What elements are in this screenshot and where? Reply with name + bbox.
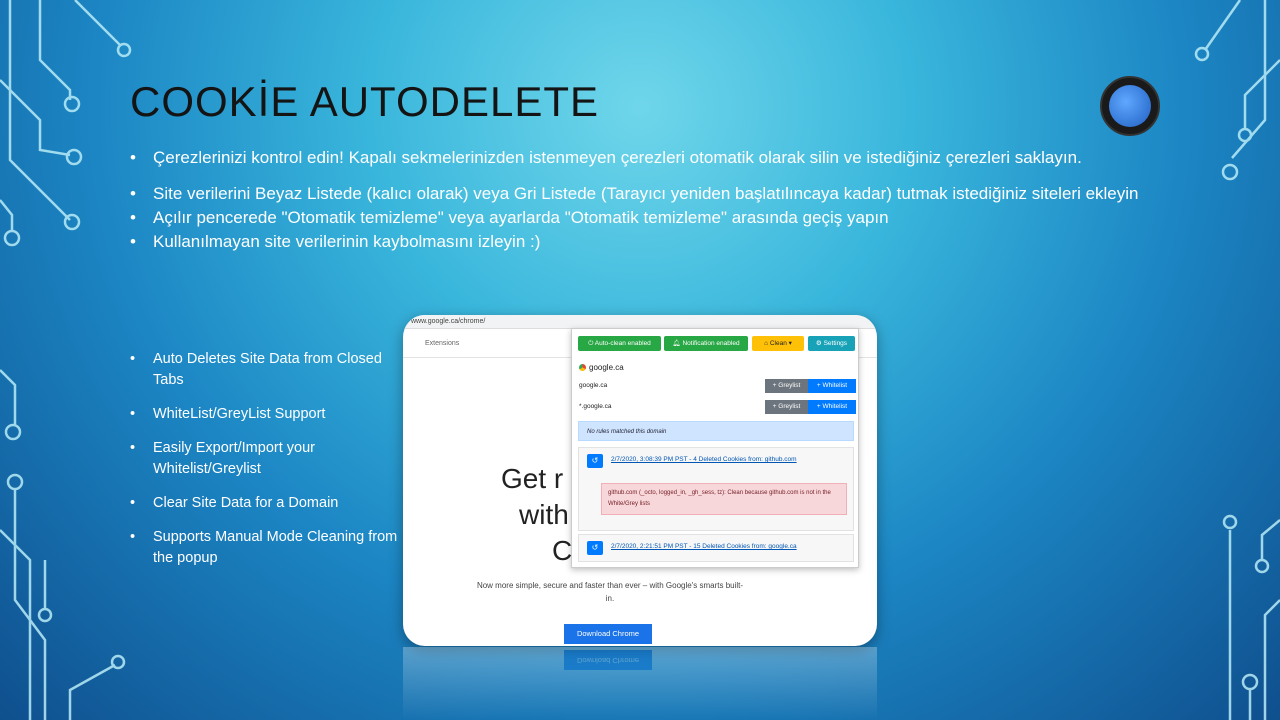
greylist-button[interactable]: + Greylist [765, 379, 808, 393]
whitelist-button[interactable]: + Whitelist [808, 379, 856, 393]
undo-icon[interactable]: ↺ [587, 541, 603, 555]
hero-heading-line2: with [519, 499, 569, 530]
extension-screenshot: www.google.ca/chrome/ Extensions Get r w… [403, 315, 877, 646]
recycle-cookie-icon [1109, 85, 1151, 127]
feature-item: Supports Manual Mode Cleaning from the p… [130, 527, 400, 569]
url-text: www.google.ca/chrome/ [411, 318, 486, 325]
bullet-item: Site verilerini Beyaz Listede (kalıcı ol… [130, 182, 1150, 206]
main-bullet-list: Çerezlerinizi kontrol edin! Kapalı sekme… [130, 146, 1150, 266]
no-rules-alert: No rules matched this domain [578, 421, 854, 441]
rule-domain: *.google.ca [579, 403, 612, 410]
auto-clean-label: Auto-clean enabled [594, 340, 651, 347]
chrome-icon [579, 364, 586, 371]
greylist-label: Greylist [778, 382, 801, 389]
slide-title: COOKİE AUTODELETE [130, 78, 600, 125]
greylist-label: Greylist [778, 403, 801, 410]
cleanup-log-link[interactable]: 2/7/2020, 2:21:51 PM PST - 15 Deleted Co… [611, 543, 797, 550]
notification-label: Notification enabled [682, 340, 740, 347]
hero-heading-line3: C [552, 535, 573, 566]
feature-item: Clear Site Data for a Domain [130, 493, 400, 514]
whitelist-label: Whitelist [822, 382, 848, 389]
download-chrome-button[interactable]: Download Chrome [564, 624, 652, 644]
undo-icon[interactable]: ↺ [587, 454, 603, 468]
power-icon: ⏻ [588, 340, 595, 347]
extension-popup: ⏻ Auto-clean enabled 🔔︎ Notification ena… [571, 328, 859, 568]
cleanup-log-link[interactable]: 2/7/2020, 3:08:39 PM PST - 4 Deleted Coo… [611, 456, 797, 463]
bullet-text: Site verilerini Beyaz Listede (kalıcı ol… [153, 184, 1139, 203]
extensions-label: Extensions [425, 340, 460, 347]
bullet-continuation: Açılır pencerede "Otomatik temizleme" ve… [130, 206, 1150, 230]
cleanup-detail: github.com (_octo, logged_in, _gh_sess, … [601, 483, 847, 515]
clean-button[interactable]: ⌂ Clean ▾ [752, 336, 804, 351]
bullet-continuation: Kullanılmayan site verilerinin kaybolmas… [130, 230, 1150, 254]
notification-button[interactable]: 🔔︎ Notification enabled [664, 336, 748, 351]
settings-label: Settings [823, 340, 848, 347]
tagline: Now more simple, secure and faster than … [476, 581, 744, 603]
feature-item: WhiteList/GreyList Support [130, 404, 400, 425]
reflected-download-button: Download Chrome [564, 650, 652, 670]
feature-list: Auto Deletes Site Data from Closed Tabs … [130, 349, 400, 582]
feature-item: Easily Export/Import your Whitelist/Grey… [130, 438, 400, 480]
cookie-autodelete-logo [1100, 76, 1160, 136]
cleanup-log-entry: ↺ 2/7/2020, 2:21:51 PM PST - 15 Deleted … [578, 534, 854, 562]
rule-domain: google.ca [579, 382, 608, 389]
greylist-button[interactable]: + Greylist [765, 400, 808, 414]
caret-down-icon: ▾ [786, 340, 792, 347]
feature-item: Auto Deletes Site Data from Closed Tabs [130, 349, 400, 391]
settings-button[interactable]: ⚙ Settings [808, 336, 855, 351]
gear-icon: ⚙ [815, 340, 824, 347]
clean-label: Clean [769, 340, 787, 347]
current-domain: google.ca [579, 363, 624, 372]
bell-icon: 🔔︎ [672, 340, 683, 347]
whitelist-label: Whitelist [822, 403, 848, 410]
auto-clean-button[interactable]: ⏻ Auto-clean enabled [578, 336, 661, 351]
hero-heading-line1: Get r [501, 463, 564, 494]
whitelist-button[interactable]: + Whitelist [808, 400, 856, 414]
screenshot-reflection: Download Chrome [403, 647, 877, 720]
domain-label: google.ca [589, 363, 624, 372]
bullet-item: Çerezlerinizi kontrol edin! Kapalı sekme… [130, 146, 1150, 170]
cleanup-log-entry: ↺ 2/7/2020, 3:08:39 PM PST - 4 Deleted C… [578, 447, 854, 531]
address-bar[interactable]: www.google.ca/chrome/ [403, 315, 877, 329]
